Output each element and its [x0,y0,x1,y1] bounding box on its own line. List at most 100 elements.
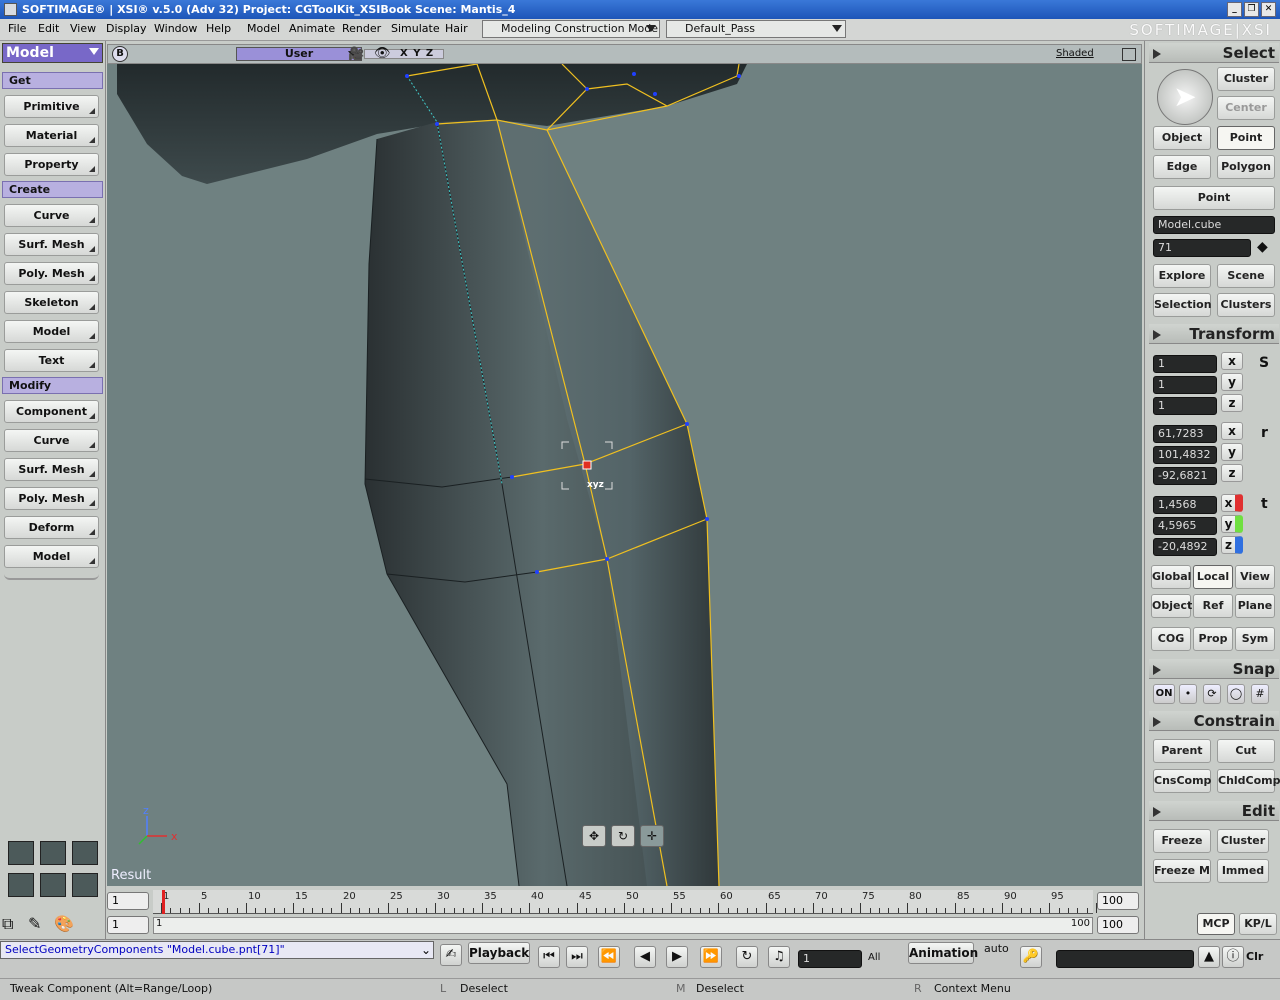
layout-split-icon[interactable] [8,873,34,897]
toolbar-switch-select[interactable]: Model [2,43,103,63]
cluster-create-button[interactable]: Cluster [1217,829,1269,853]
property-button[interactable]: Property [4,153,99,176]
filter-select-button[interactable]: Point [1153,186,1275,210]
rotate-toggle[interactable]: r [1261,425,1268,441]
pass-select[interactable]: Default_Pass [666,20,846,38]
spinner-icon[interactable]: ◆ [1257,239,1268,255]
create-text-button[interactable]: Text [4,349,99,372]
minimize-button[interactable]: _ [1227,2,1242,17]
all-toggle[interactable]: All [868,952,880,963]
modify-deform-button[interactable]: Deform [4,516,99,539]
mcp-tab[interactable]: MCP [1197,913,1235,935]
key-value-field[interactable] [1056,950,1194,968]
parent-button[interactable]: Parent [1153,739,1211,763]
translate-toggle[interactable]: t [1261,496,1268,512]
menu-simulate[interactable]: Simulate [389,22,442,35]
sym-button[interactable]: Sym [1235,627,1275,651]
maximize-button[interactable]: ❐ [1244,2,1259,17]
constrain-section-header[interactable]: Constrain [1149,711,1279,731]
menu-file[interactable]: File [6,22,28,35]
play-icon[interactable]: ▶ [666,946,688,968]
scale-y-field[interactable]: 1 [1153,376,1217,394]
viewport-toggle-button[interactable]: B [112,46,128,62]
layout-grid-icon[interactable] [72,841,98,865]
axes-toggle[interactable]: X Y Z [400,48,434,59]
go-to-start-icon[interactable]: ⏮ [538,946,560,968]
immed-button[interactable]: Immed [1217,859,1269,883]
menu-animate[interactable]: Animate [287,22,337,35]
auto-key-label[interactable]: auto [984,942,1009,955]
construction-mode-select[interactable]: Modeling Construction Mode [482,20,660,38]
component-index-field[interactable]: 71 [1153,239,1251,257]
object-name-field[interactable]: Model.cube [1153,216,1275,234]
close-button[interactable]: ✕ [1261,2,1276,17]
current-frame-field[interactable]: 1 [107,916,149,934]
local-button[interactable]: Local [1193,565,1233,589]
cluster-select-button[interactable]: Cluster [1217,67,1275,91]
rotate-z-button[interactable]: z [1221,464,1243,482]
camera-select[interactable]: User [236,47,362,61]
first-frame-icon[interactable]: ⏪ [598,946,620,968]
polygon-mode-button[interactable]: Polygon [1217,155,1275,179]
snap-grid-icon[interactable]: # [1251,684,1269,704]
scale-z-field[interactable]: 1 [1153,397,1217,415]
edge-mode-button[interactable]: Edge [1153,155,1211,179]
menu-display[interactable]: Display [104,22,149,35]
select-arrow-icon[interactable]: ➤ [1157,69,1213,125]
key-up-icon[interactable]: ▲ [1198,946,1220,968]
modify-curve-button[interactable]: Curve [4,429,99,452]
snap-point-icon[interactable]: • [1179,684,1197,704]
create-curve-button[interactable]: Curve [4,204,99,227]
scene-button[interactable]: Scene [1217,264,1275,288]
layout-two-icon[interactable] [40,841,66,865]
timeline-start-field[interactable]: 1 [107,892,149,910]
modify-model-button[interactable]: Model [4,545,99,568]
snap-surface-icon[interactable]: ◯ [1227,684,1245,704]
clear-key-button[interactable]: Clr [1246,950,1263,963]
chldcomp-button[interactable]: ChldComp [1217,769,1280,793]
select-section-header[interactable]: Select [1149,43,1279,63]
freeze-m-button[interactable]: Freeze M [1153,859,1211,883]
global-button[interactable]: Global [1151,565,1191,589]
point-mode-button[interactable]: Point [1217,126,1275,150]
modify-component-button[interactable]: Component [4,400,99,423]
scale-z-button[interactable]: z [1221,394,1243,412]
scale-tool-icon[interactable]: ✛ [640,825,664,847]
timeline-ruler[interactable]: 1 5 10 15 20 25 30 35 40 45 50 55 60 65 70 75 80 85 90 95 [153,890,1097,914]
view-button[interactable]: View [1235,565,1275,589]
kpl-tab[interactable]: KP/L [1239,913,1277,935]
cog-button[interactable]: COG [1151,627,1191,651]
scale-x-button[interactable]: x [1221,352,1243,370]
translate-y-button[interactable]: y [1221,515,1243,533]
loop-icon[interactable]: ↻ [736,946,758,968]
eye-icon[interactable]: 👁 [374,46,391,61]
menu-render[interactable]: Render [340,22,383,35]
brush-tool-icon[interactable]: ✎ [28,914,41,933]
layout-columns-icon[interactable] [40,873,66,897]
animation-menu-button[interactable]: Animation [908,942,978,964]
cut-button[interactable]: Cut [1217,739,1275,763]
scale-x-field[interactable]: 1 [1153,355,1217,373]
script-editor-icon[interactable]: ✍ [440,944,462,966]
viewport-3d[interactable]: z x ✥ ↻ ✛ Result xyz [107,64,1142,886]
palette-icon[interactable]: 🎨 [54,914,74,933]
create-section-header[interactable]: Create [2,181,103,198]
object-ref-button[interactable]: Object [1151,594,1192,618]
create-poly-mesh-button[interactable]: Poly. Mesh [4,262,99,285]
translate-x-button[interactable]: x [1221,494,1243,512]
playhead-marker[interactable] [162,890,165,914]
translate-y-field[interactable]: 4,5965 [1153,517,1217,535]
transform-section-header[interactable]: Transform [1149,324,1279,344]
translate-z-field[interactable]: -20,4892 [1153,538,1217,556]
key-info-icon[interactable]: ⓘ [1222,946,1244,968]
snap-curve-icon[interactable]: ⟳ [1203,684,1221,704]
get-section-header[interactable]: Get [2,72,103,89]
timeline-end-field[interactable]: 100 [1097,892,1139,910]
material-button[interactable]: Material [4,124,99,147]
range-end-field[interactable]: 100 [1097,916,1139,934]
menu-model[interactable]: Model [245,22,282,35]
selection-tool-icon[interactable]: ⧉ [2,914,13,934]
center-button[interactable]: Center [1217,96,1275,120]
camera-icon[interactable]: 🎥 [348,47,364,62]
create-model-button[interactable]: Model [4,320,99,343]
